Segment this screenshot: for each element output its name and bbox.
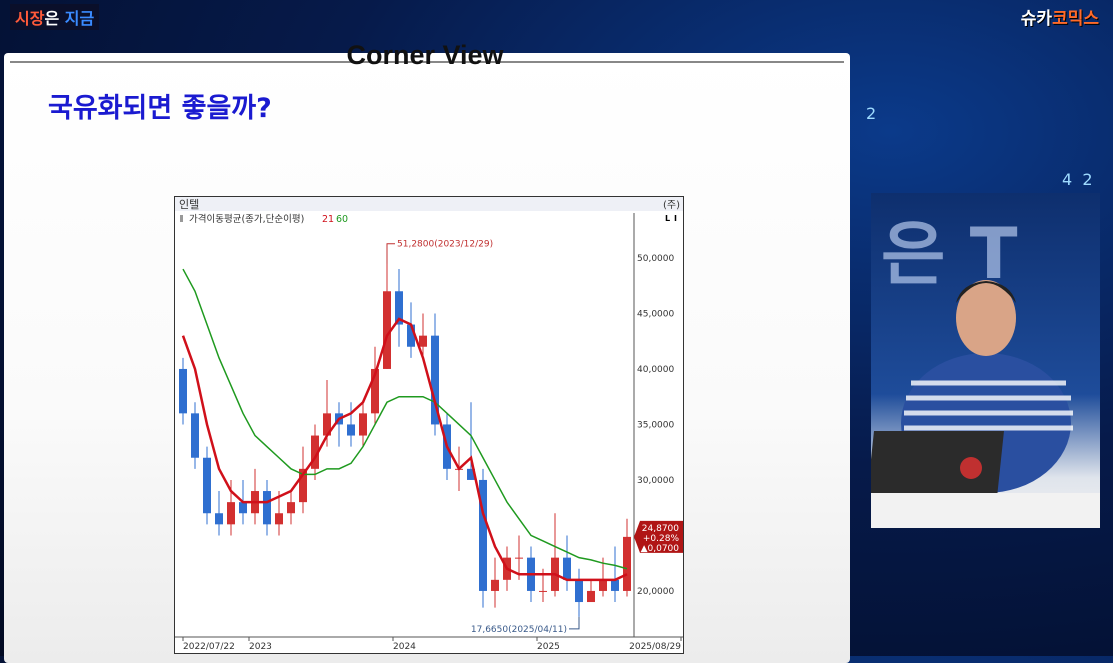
- last-price: 24,8700: [642, 524, 679, 534]
- laptop-sticker: [960, 457, 982, 479]
- candle-body: [239, 502, 247, 514]
- y-tick-label: 45,0000: [637, 309, 674, 319]
- y-tick-label: 20,0000: [637, 587, 674, 597]
- candle-body: [179, 368, 187, 414]
- ma60-line: [182, 268, 628, 570]
- candle-body: [563, 557, 571, 580]
- candle-body: [599, 579, 607, 591]
- chart-svg: 인텔 (주) L I 가격이동평균(종가,단순이평) 21 60 50,0000…: [175, 197, 683, 652]
- change-percent: +0.28%: [643, 534, 680, 544]
- candle-body: [539, 590, 547, 592]
- slide-subtitle: 국유화되면 좋을까?: [48, 93, 272, 124]
- logo-part: 지금: [64, 9, 95, 28]
- logo-part: 시장: [15, 9, 45, 28]
- slide-title: Corner View: [346, 40, 504, 70]
- candle-body: [215, 513, 223, 525]
- candle-body: [191, 413, 199, 458]
- x-tick-label: 2025: [537, 642, 560, 652]
- logo-part: 슈카: [1020, 9, 1053, 29]
- ma60-label: 60: [336, 214, 348, 225]
- candle-body: [611, 579, 619, 591]
- show-logo: 시장은 지금: [10, 4, 100, 30]
- legend-marker: [180, 215, 183, 222]
- presenter-video: 은 T: [866, 193, 1100, 528]
- x-tick-label: 2023: [249, 642, 272, 652]
- presenter-illustration: 은 T: [866, 213, 1100, 528]
- candle-body: [515, 557, 523, 559]
- candle-body: [287, 502, 295, 514]
- candle-body: [263, 491, 271, 525]
- background-graphic: 은 T: [881, 213, 1018, 295]
- candle-body: [587, 590, 595, 603]
- candle-body: [347, 424, 355, 436]
- bg-number: 4 2: [1062, 170, 1093, 189]
- scale-button-i[interactable]: I: [674, 214, 677, 223]
- max-marker: [386, 243, 395, 264]
- bg-number: 2: [866, 104, 877, 123]
- y-tick-label: 50,0000: [637, 254, 674, 264]
- x-tick-label: 2025/08/29: [629, 642, 681, 652]
- ma21-line: [181, 317, 628, 582]
- period-label: (주): [663, 200, 680, 211]
- candle-body: [575, 579, 583, 603]
- candle-body: [203, 457, 211, 514]
- scale-button-l[interactable]: L: [665, 214, 670, 223]
- min-marker: [569, 616, 580, 630]
- min-annotation: 17,6650(2025/04/11): [471, 625, 567, 635]
- candle-body: [359, 413, 367, 436]
- logo-part: 코믹스: [1052, 9, 1099, 29]
- y-tick-label: 40,0000: [637, 365, 674, 375]
- logo-part: 은: [44, 9, 65, 28]
- ma21-label: 21: [322, 214, 334, 225]
- candle-body: [491, 579, 499, 591]
- x-tick-label: 2024: [393, 642, 416, 652]
- max-annotation: 51,2800(2023/12/29): [397, 240, 493, 250]
- candle-body: [419, 335, 427, 347]
- indicator-label: 가격이동평균(종가,단순이평): [189, 213, 304, 225]
- y-tick-label: 30,0000: [637, 476, 674, 486]
- chart-header-bar: [175, 197, 683, 211]
- change-amount: ▲0,0700: [641, 544, 680, 554]
- channel-logo: 슈카코믹스: [1021, 4, 1099, 29]
- candle-body: [227, 502, 235, 525]
- x-tick-label: 2022/07/22: [183, 642, 235, 652]
- y-tick-label: 35,0000: [637, 420, 674, 430]
- stock-chart: 인텔 (주) L I 가격이동평균(종가,단순이평) 21 60 50,0000…: [174, 196, 684, 654]
- candle-body: [623, 536, 631, 591]
- candle-body: [275, 513, 283, 525]
- stock-name: 인텔: [179, 198, 199, 211]
